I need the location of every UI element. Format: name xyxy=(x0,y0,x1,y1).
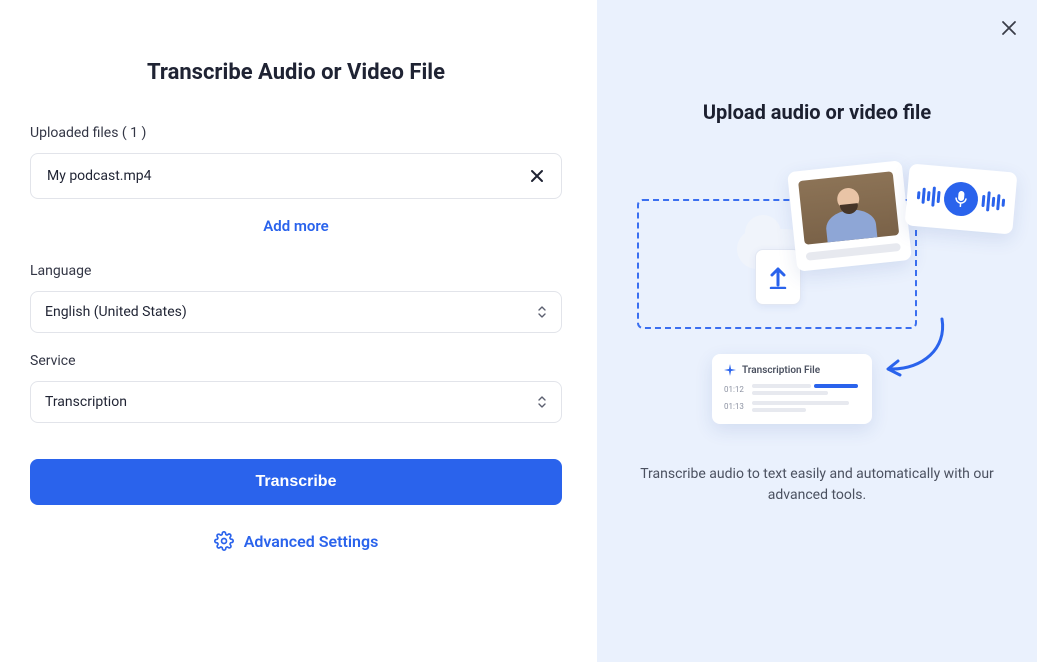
language-value: English (United States) xyxy=(45,304,187,320)
close-icon xyxy=(529,168,545,184)
close-button[interactable] xyxy=(1001,20,1017,40)
upload-title: Upload audio or video file xyxy=(703,100,931,124)
file-name: My podcast.mp4 xyxy=(47,168,152,184)
page-title: Transcribe Audio or Video File xyxy=(30,60,562,85)
gear-icon xyxy=(214,531,234,551)
waveform-icon xyxy=(981,191,1006,213)
service-value: Transcription xyxy=(45,394,127,410)
left-panel: Transcribe Audio or Video File Uploaded … xyxy=(0,0,597,662)
right-panel: Upload audio or video file xyxy=(597,0,1037,662)
select-arrows-icon xyxy=(537,305,547,319)
timestamp: 01:13 xyxy=(724,402,746,411)
upload-card-graphic xyxy=(755,249,801,305)
uploaded-files-label: Uploaded files ( 1 ) xyxy=(30,125,562,141)
add-more-button[interactable]: Add more xyxy=(30,217,562,235)
waveform-icon xyxy=(916,185,941,207)
video-card-graphic xyxy=(787,160,912,271)
arrow-curve-icon xyxy=(882,314,952,384)
file-row: My podcast.mp4 xyxy=(30,153,562,199)
close-icon xyxy=(1001,20,1017,36)
audio-card-graphic xyxy=(905,163,1018,234)
upload-arrow-icon xyxy=(768,265,788,289)
illustration: Transcription File 01:12 01:13 xyxy=(627,164,1007,464)
transcript-card-title: Transcription File xyxy=(742,365,820,376)
service-label: Service xyxy=(30,353,562,369)
upload-subtext: Transcribe audio to text easily and auto… xyxy=(627,464,1007,506)
timestamp: 01:12 xyxy=(724,385,746,394)
advanced-settings-label: Advanced Settings xyxy=(244,532,379,551)
video-thumbnail xyxy=(798,171,899,245)
transcript-card-graphic: Transcription File 01:12 01:13 xyxy=(712,354,872,424)
remove-file-button[interactable] xyxy=(529,168,545,184)
service-select[interactable]: Transcription xyxy=(30,381,562,423)
language-label: Language xyxy=(30,263,562,279)
advanced-settings-button[interactable]: Advanced Settings xyxy=(30,531,562,551)
language-select[interactable]: English (United States) xyxy=(30,291,562,333)
microphone-icon xyxy=(943,181,980,218)
select-arrows-icon xyxy=(537,395,547,409)
sparkle-icon xyxy=(724,364,736,376)
transcribe-button[interactable]: Transcribe xyxy=(30,459,562,505)
